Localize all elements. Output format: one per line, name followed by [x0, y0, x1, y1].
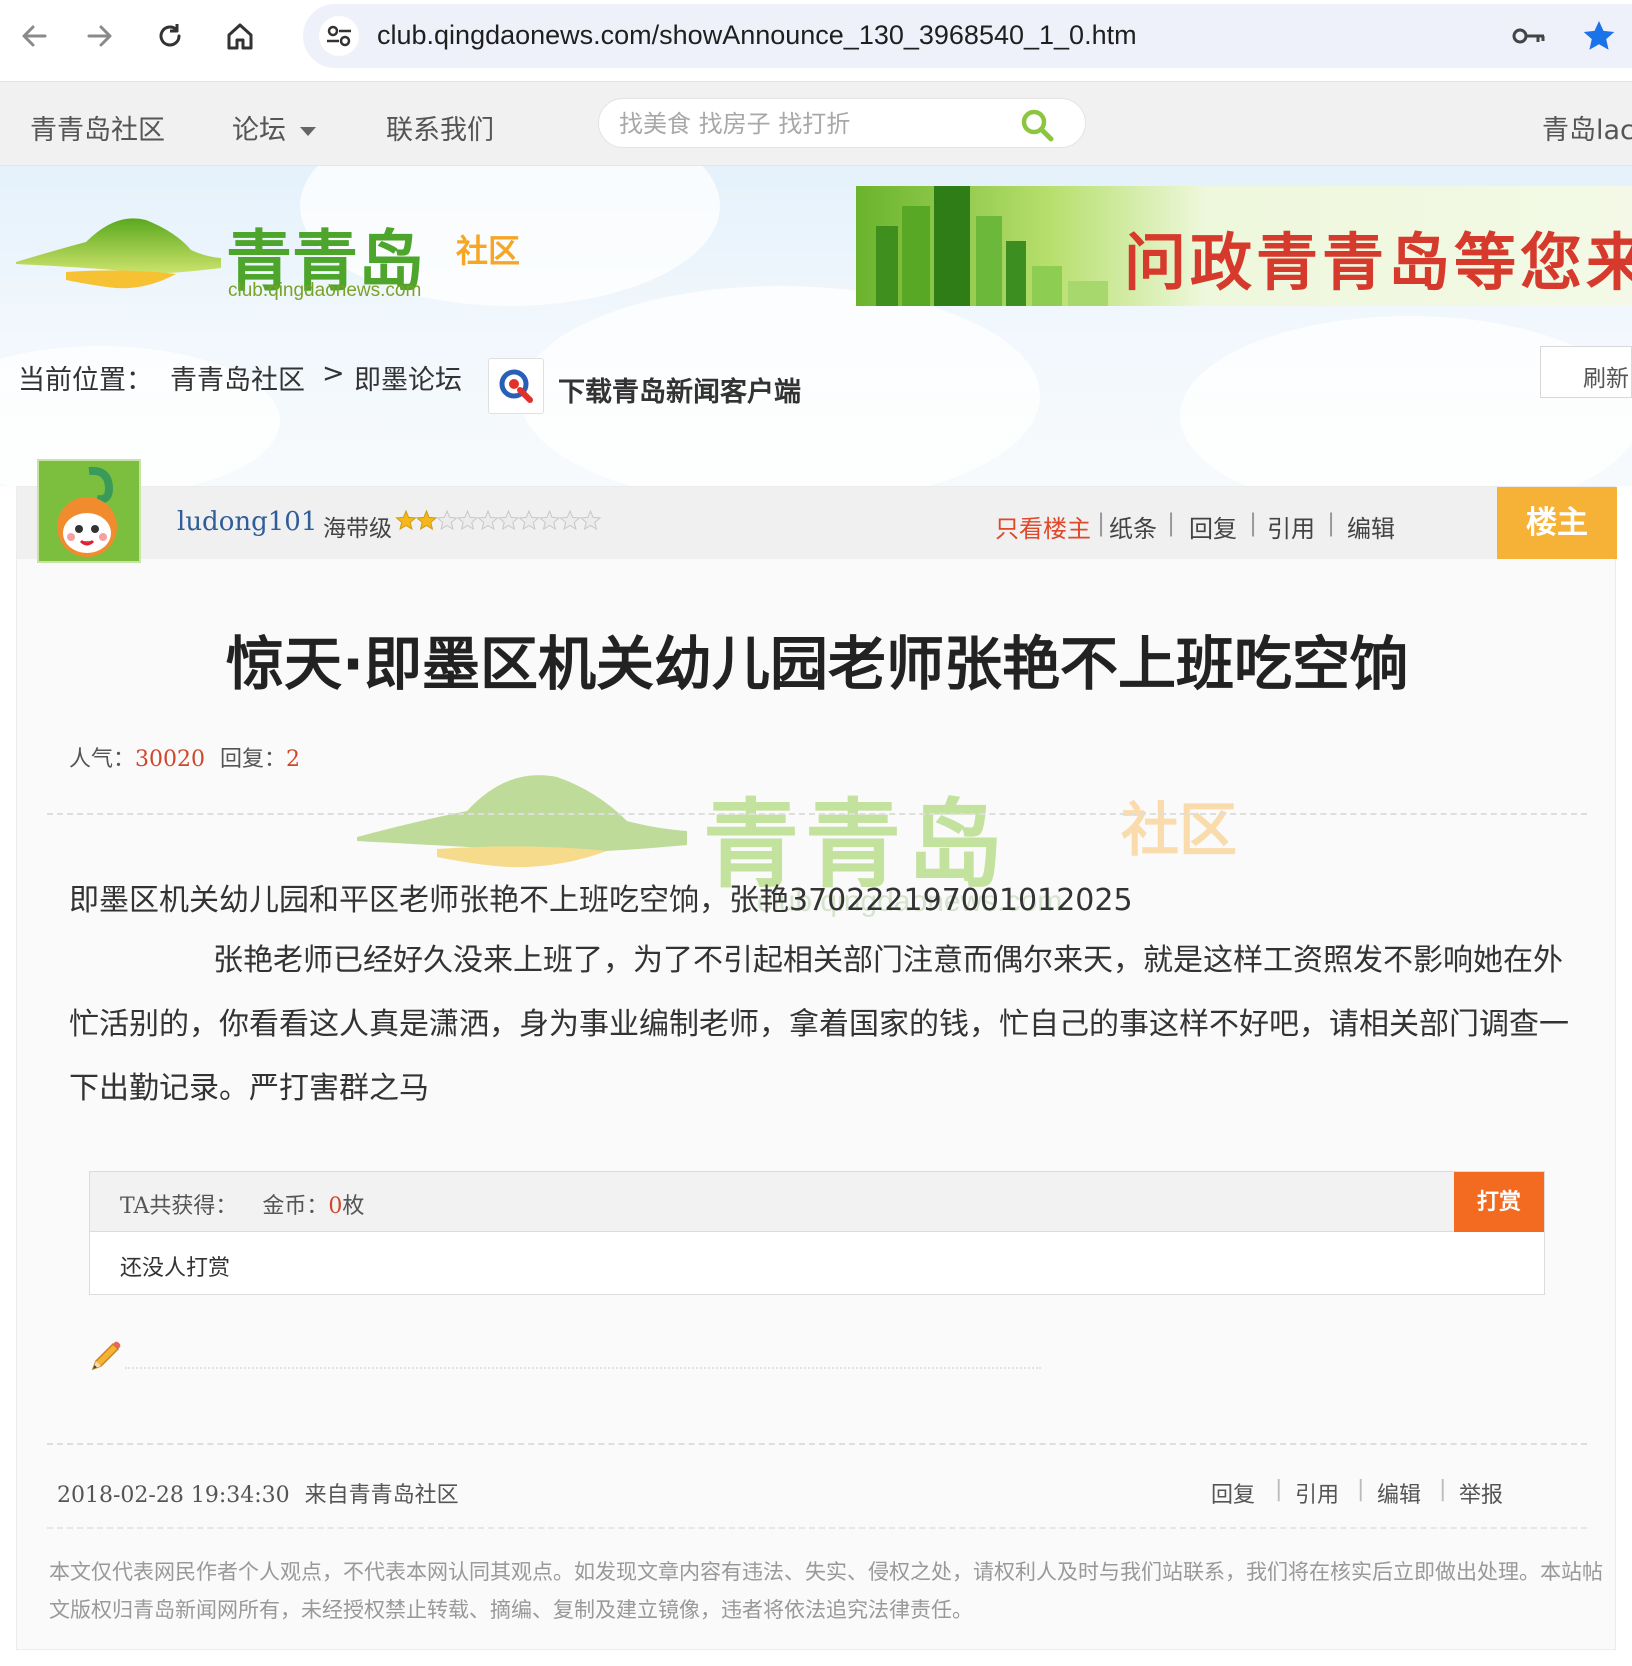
post-panel: ludong101 海带级 只看楼主 | 纸条 | 回复 | 引用 | 编辑 楼…: [16, 459, 1617, 1650]
popularity-count: 30020: [135, 747, 206, 772]
ad-banner[interactable]: 问政青青岛等您来: [856, 186, 1632, 306]
coins-label: 金币：: [262, 1194, 329, 1219]
signature-divider: [125, 1367, 1041, 1369]
star-filled-icon: [415, 509, 438, 531]
post-paragraph-1: 即墨区机关幼儿园和平区老师张艳不上班吃空饷，张艳3702221970010120…: [69, 883, 1133, 918]
action-separator: |: [1357, 1477, 1365, 1502]
edit-link[interactable]: 编辑: [1347, 509, 1395, 544]
coins-count: 0: [328, 1194, 343, 1219]
op-badge: 楼主: [1497, 487, 1617, 559]
author-username[interactable]: ludong101: [177, 507, 317, 537]
star-empty-icon: [436, 509, 458, 531]
star-filled-icon: [395, 509, 417, 531]
url-text[interactable]: club.qingdaonews.com/showAnnounce_130_39…: [377, 20, 1137, 51]
home-button[interactable]: [218, 14, 262, 58]
only-op-link[interactable]: 只看楼主: [995, 509, 1091, 544]
star-empty-icon: [477, 509, 499, 531]
avatar[interactable]: [37, 459, 141, 563]
quote-link[interactable]: 引用: [1267, 509, 1315, 544]
star-empty-icon: [497, 509, 520, 531]
star-empty-icon: [579, 509, 602, 531]
copyright-disclaimer: 本文仅代表网民作者个人观点，不代表本网认同其观点。如发现文章内容有违法、失实、侵…: [49, 1560, 1603, 1622]
post-datetime: 2018-02-28 19:34:30: [57, 1483, 290, 1508]
breadcrumb-label: 当前位置：: [18, 365, 153, 396]
search-icon[interactable]: [1019, 107, 1055, 147]
reward-summary: TA共获得： 金币：0枚: [120, 1188, 364, 1220]
app-download-icon[interactable]: [488, 358, 544, 414]
footer-edit-link[interactable]: 编辑: [1377, 1477, 1421, 1509]
site-search: [598, 98, 1086, 148]
city-skyline-icon: [876, 186, 1108, 306]
footer-quote-link[interactable]: 引用: [1295, 1477, 1339, 1509]
reply-link[interactable]: 回复: [1189, 509, 1237, 544]
nav-region-link[interactable]: 青岛lac: [1542, 108, 1632, 147]
password-key-icon[interactable]: [1511, 22, 1547, 54]
action-separator: |: [1439, 1477, 1447, 1502]
post-stats: 人气：30020 回复：2: [69, 741, 300, 773]
divider: [47, 1443, 1587, 1445]
breadcrumb-separator: >: [322, 358, 345, 389]
banner-text: 问政青青岛等您来: [1124, 226, 1632, 299]
watermark-sub: 社区: [1121, 796, 1238, 864]
home-icon: [227, 23, 253, 50]
post-meta: 2018-02-28 19:34:30 来自青青岛社区: [57, 1477, 459, 1509]
post-source: 来自青青岛社区: [304, 1483, 459, 1508]
popularity-label: 人气：: [69, 747, 136, 772]
divider: [47, 813, 1587, 815]
back-button[interactable]: [12, 14, 56, 58]
app-download-link[interactable]: 下载青岛新闻客户端: [558, 370, 801, 409]
footer-report-link[interactable]: 举报: [1459, 1477, 1503, 1509]
replies-count: 2: [286, 747, 301, 772]
action-separator: |: [1097, 509, 1106, 537]
site-info-button[interactable]: [319, 16, 359, 56]
replies-label: 回复：: [220, 747, 287, 772]
chevron-down-icon: [300, 127, 316, 136]
post-title: 惊天·即墨区机关幼儿园老师张艳不上班吃空饷: [225, 630, 1409, 698]
reload-icon: [159, 24, 181, 47]
arrow-left-icon: [22, 25, 47, 47]
logo-sub: 社区: [456, 232, 520, 270]
search-input[interactable]: [619, 107, 1009, 141]
action-separator: |: [1249, 509, 1258, 537]
reward-label: TA共获得：: [120, 1194, 238, 1219]
note-link[interactable]: 纸条: [1109, 509, 1157, 544]
post-paragraph-2: 张艳老师已经好久没来上班了，为了不引起相关部门注意而偶尔来天，就是这样工资照发不…: [69, 943, 1569, 1106]
logo-url: club.qingdaonews.com: [228, 280, 422, 301]
reward-empty-text: 还没人打赏: [120, 1256, 231, 1281]
nav-contact[interactable]: 联系我们: [386, 108, 494, 147]
bookmark-star-icon[interactable]: [1581, 18, 1617, 58]
site-header: 青青岛 社区 club.qingdaonews.com 问政青青岛等您来 当前位…: [0, 166, 1632, 486]
reload-button[interactable]: [148, 14, 192, 58]
post-header: ludong101 海带级 只看楼主 | 纸条 | 回复 | 引用 | 编辑 楼…: [17, 487, 1617, 559]
tip-button[interactable]: 打赏: [1454, 1172, 1544, 1232]
breadcrumb-home[interactable]: 青青岛社区: [170, 358, 305, 397]
tune-icon: [327, 25, 351, 47]
browser-toolbar: club.qingdaonews.com/showAnnounce_130_39…: [0, 0, 1632, 82]
rank-stars: [395, 509, 605, 537]
nav-forum-label: 论坛: [232, 115, 286, 146]
star-empty-icon: [518, 509, 540, 531]
address-bar[interactable]: club.qingdaonews.com/showAnnounce_130_39…: [303, 4, 1632, 68]
divider: [47, 1527, 1587, 1529]
reward-header: TA共获得： 金币：0枚 打赏: [90, 1172, 1544, 1232]
star-empty-icon: [559, 509, 581, 531]
breadcrumb-forum[interactable]: 即墨论坛: [354, 358, 462, 397]
pencil-icon[interactable]: [87, 1339, 123, 1379]
arrow-right-icon: [87, 25, 112, 47]
coins-unit: 枚: [342, 1194, 365, 1219]
star-empty-icon: [456, 509, 479, 531]
footer-reply-link[interactable]: 回复: [1211, 1477, 1255, 1509]
action-separator: |: [1275, 1477, 1283, 1502]
nav-site-home[interactable]: 青青岛社区: [30, 108, 165, 147]
reward-box: TA共获得： 金币：0枚 打赏 还没人打赏: [89, 1171, 1545, 1295]
nav-forum-dropdown[interactable]: 论坛: [232, 108, 316, 147]
action-separator: |: [1327, 509, 1336, 537]
star-empty-icon: [538, 509, 561, 531]
action-separator: |: [1167, 509, 1176, 537]
refresh-button[interactable]: 刷新: [1540, 346, 1632, 398]
site-topbar: 青青岛社区 论坛 联系我们 青岛lac: [0, 82, 1632, 166]
author-rank: 海带级: [323, 516, 392, 542]
watermark-mountain-icon: [357, 757, 697, 881]
forward-button[interactable]: [78, 14, 122, 58]
